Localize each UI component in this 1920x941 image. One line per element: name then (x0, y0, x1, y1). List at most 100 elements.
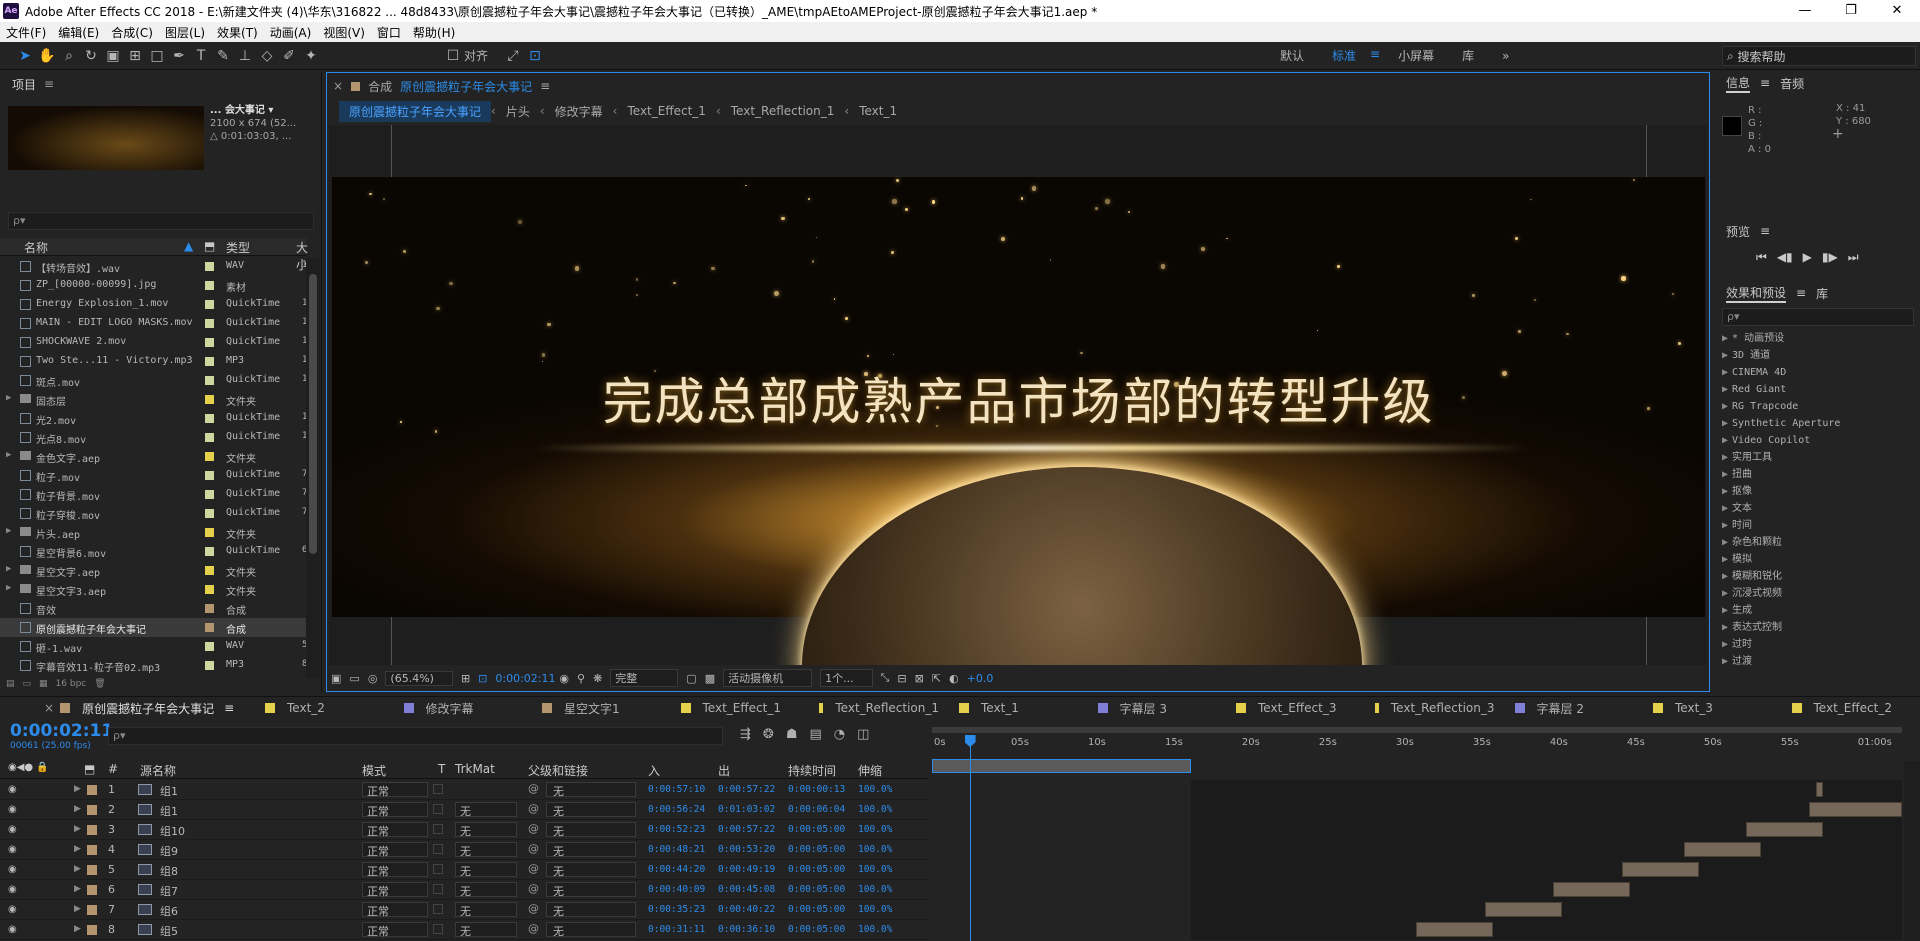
pick-whip-icon[interactable]: @ (528, 902, 539, 915)
layer-stretch[interactable]: 100.0% (858, 784, 892, 795)
parent-dropdown[interactable]: 无 (546, 842, 636, 858)
eye-icon[interactable]: ◉ (8, 904, 17, 915)
timeline-tab[interactable]: 星空文字1 (532, 697, 671, 719)
layer-name[interactable]: 组1 (160, 783, 178, 799)
exposure-value[interactable]: +0.0 (967, 672, 994, 685)
interpret-footage-icon[interactable]: ▤ (6, 679, 15, 689)
expand-arrow-icon[interactable]: ▶ (6, 526, 11, 536)
layer-row[interactable]: ◉ ▶ 6 组7 正常 无 @ 无 0:00:40:09 0:00:45:08 0:00:05:00… (0, 880, 928, 900)
pick-whip-icon[interactable]: @ (528, 882, 539, 895)
expand-arrow-icon[interactable]: ▶ (1722, 418, 1728, 429)
label-swatch[interactable] (205, 357, 214, 366)
library-tab[interactable]: 库 (1816, 285, 1828, 302)
breadcrumb-item[interactable]: 修改字幕 (545, 103, 613, 120)
layer-in-point[interactable]: 0:00:56:24 (648, 804, 705, 815)
project-item[interactable]: ▶ 片头.aep 文件夹 (0, 523, 306, 542)
layer-stretch[interactable]: 100.0% (858, 804, 892, 815)
graph-editor-icon[interactable]: ◫ (857, 727, 869, 742)
trkmat-dropdown[interactable]: 无 (455, 842, 517, 858)
pen-tool-icon[interactable]: ✒ (168, 46, 190, 66)
project-item[interactable]: 粒子.mov QuickTime 7 (0, 466, 306, 485)
project-search-input[interactable]: ρ▾ (8, 212, 314, 230)
expand-arrow-icon[interactable]: ▶ (1722, 622, 1728, 633)
layer-duration-bar[interactable] (1746, 822, 1824, 837)
expand-arrow-icon[interactable]: ▶ (1722, 588, 1728, 599)
preserve-transparency-checkbox[interactable] (433, 924, 443, 934)
hand-tool-icon[interactable]: ✋ (36, 46, 58, 66)
eye-icon[interactable]: ◉ (8, 884, 17, 895)
panel-menu-icon[interactable]: ≡ (540, 79, 550, 93)
layer-duration[interactable]: 0:00:05:00 (788, 824, 845, 835)
layer-duration[interactable]: 0:00:06:04 (788, 804, 845, 815)
project-item[interactable]: 原创震撼粒子年会大事记 合成 (0, 618, 306, 637)
effect-category[interactable]: ▶ CINEMA 4D (1716, 364, 1916, 381)
layer-duration[interactable]: 0:00:05:00 (788, 924, 845, 935)
expand-arrow-icon[interactable]: ▶ (74, 844, 81, 854)
workspace-menu-icon[interactable]: ≡ (1370, 47, 1384, 64)
search-help-field[interactable]: ⌕ 搜索帮助 (1722, 46, 1916, 66)
breadcrumb-item[interactable]: Text_Effect_1 (617, 104, 715, 118)
layer-in-point[interactable]: 0:00:57:10 (648, 784, 705, 795)
work-area-bar[interactable] (932, 759, 1191, 773)
layer-row[interactable]: ◉ ▶ 4 组9 正常 无 @ 无 0:00:48:21 0:00:53:20 0:00:05:00… (0, 840, 928, 860)
effect-category[interactable]: ▶ Red Giant (1716, 381, 1916, 398)
layer-name[interactable]: 组1 (160, 803, 178, 819)
timeline-tab[interactable]: Text_Effect_2 (1782, 697, 1920, 719)
flowchart-icon[interactable]: ⊠ (915, 672, 924, 685)
project-item[interactable]: Energy Explosion_1.mov QuickTime 1 (0, 295, 306, 314)
layer-row[interactable]: ◉ ▶ 8 组5 正常 无 @ 无 0:00:31:11 0:00:36:10 0:00:05:00… (0, 920, 928, 940)
effect-category[interactable]: ▶ 3D 通道 (1716, 347, 1916, 364)
label-swatch[interactable] (205, 490, 214, 499)
effect-category[interactable]: ▶ RG Trapcode (1716, 398, 1916, 415)
layer-out-point[interactable]: 0:00:45:08 (718, 884, 775, 895)
trash-icon[interactable]: 🗑 (94, 679, 105, 689)
label-swatch[interactable] (205, 319, 214, 328)
layer-label-swatch[interactable] (87, 785, 97, 795)
project-item[interactable]: 字幕音效11-粒子音02.mp3 MP3 8 (0, 656, 306, 675)
layer-name[interactable]: 组10 (160, 823, 185, 839)
pick-whip-icon[interactable]: @ (528, 842, 539, 855)
layer-stretch[interactable]: 100.0% (858, 924, 892, 935)
new-comp-icon[interactable]: ▦ (39, 679, 48, 689)
layer-duration-bar[interactable] (1553, 882, 1631, 897)
expand-arrow-icon[interactable]: ▶ (74, 824, 81, 834)
workspace-2[interactable]: 小屏幕 (1384, 47, 1448, 64)
menu-item-3[interactable]: 图层(L) (159, 24, 211, 41)
expand-arrow-icon[interactable]: ▶ (1722, 605, 1728, 616)
layer-row[interactable]: ◉ ▶ 2 组1 正常 无 @ 无 0:00:56:24 0:01:03:02 0:00:06:04… (0, 800, 928, 820)
pan-behind-tool-icon[interactable]: ⊞ (124, 46, 146, 66)
preview-button-0[interactable]: ⏮ (1756, 250, 1767, 265)
color-channels-icon[interactable]: ❋ (593, 672, 602, 685)
expand-arrow-icon[interactable]: ▶ (74, 864, 81, 874)
effect-category[interactable]: ▶ 时间 (1716, 517, 1916, 534)
project-item[interactable]: ▶ 星空文字3.aep 文件夹 (0, 580, 306, 599)
timeline-tab[interactable]: Text_Reflection_3 (1365, 697, 1505, 719)
blend-mode-dropdown[interactable]: 正常 (362, 882, 428, 898)
breadcrumb-item[interactable]: 片头 (496, 103, 540, 120)
effect-category[interactable]: ▶ 杂色和颗粒 (1716, 534, 1916, 551)
layer-duration-bar[interactable] (1809, 802, 1902, 817)
label-swatch[interactable] (205, 376, 214, 385)
label-tag-icon[interactable]: ⬒ (204, 239, 215, 253)
parent-dropdown[interactable]: 无 (546, 882, 636, 898)
trkmat-dropdown[interactable]: 无 (455, 822, 517, 838)
expand-arrow-icon[interactable]: ▶ (1722, 401, 1728, 412)
layer-out-point[interactable]: 0:00:36:10 (718, 924, 775, 935)
snapshot-icon[interactable]: ◉ (559, 672, 569, 685)
label-swatch[interactable] (205, 604, 214, 613)
comp-flowchart-icon[interactable]: ⇶ (740, 727, 751, 742)
resolution-dropdown[interactable]: 完整 (610, 669, 679, 687)
layer-name[interactable]: 组8 (160, 863, 178, 879)
label-swatch[interactable] (205, 509, 214, 518)
project-item[interactable]: Two Ste...11 - Victory.mp3 MP3 1 (0, 352, 306, 371)
project-item[interactable]: 粒子背景.mov QuickTime 7 (0, 485, 306, 504)
effect-category[interactable]: ▶ 过时 (1716, 636, 1916, 653)
parent-dropdown[interactable]: 无 (546, 902, 636, 918)
layer-name[interactable]: 组5 (160, 923, 178, 939)
fast-preview-icon[interactable]: ⇱ (932, 672, 941, 685)
expand-arrow-icon[interactable]: ▶ (74, 904, 81, 914)
col-type[interactable]: 类型 (226, 239, 250, 256)
project-item[interactable]: 星空背景6.mov QuickTime 6 (0, 542, 306, 561)
exposure-icon[interactable]: ◐ (949, 672, 959, 685)
label-swatch[interactable] (205, 395, 214, 404)
